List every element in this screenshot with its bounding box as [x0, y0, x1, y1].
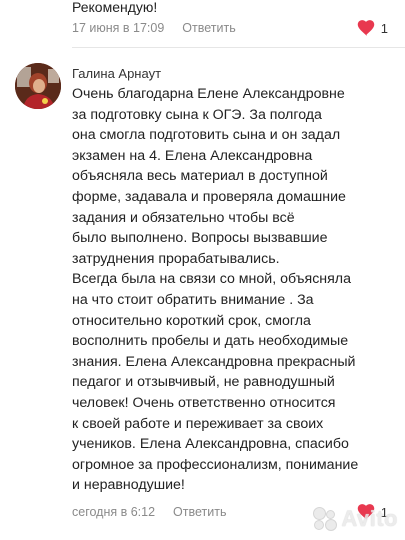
- avito-watermark: Avito: [311, 506, 398, 532]
- previous-review-reply-button[interactable]: Ответить: [182, 21, 235, 35]
- heart-icon: [357, 20, 375, 36]
- review-meta: сегодня в 6:12 Ответить: [72, 502, 226, 522]
- previous-review-date: 17 июня в 17:09: [72, 21, 165, 35]
- previous-review-text-tail: Рекомендую!: [72, 0, 158, 15]
- review-date: сегодня в 6:12: [72, 505, 156, 519]
- review-author[interactable]: Галина Арнаут: [72, 66, 161, 81]
- review-text: Очень благодарна Елене Александровне за …: [72, 86, 359, 494]
- avatar[interactable]: [15, 63, 61, 109]
- previous-review-like-count: 1: [380, 20, 388, 36]
- previous-review-meta: 17 июня в 17:09 Ответить: [72, 18, 236, 38]
- avito-watermark-text: Avito: [341, 506, 398, 531]
- previous-review-like-button[interactable]: 1: [357, 18, 388, 38]
- review-reply-button[interactable]: Ответить: [173, 505, 226, 519]
- avito-logo-icon: [311, 506, 338, 532]
- divider: [72, 47, 405, 48]
- avatar-photo: [15, 63, 61, 109]
